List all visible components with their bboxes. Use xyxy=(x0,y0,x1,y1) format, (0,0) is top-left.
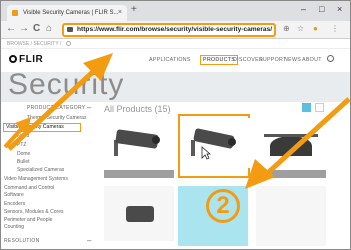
sidebar-item-sensors[interactable]: Sensors, Modules & Cores xyxy=(4,209,63,215)
sidebar-item-perimeter[interactable]: Perimeter and People xyxy=(4,217,52,223)
url-text: https://www.flir.com/browse/security/vis… xyxy=(77,26,273,33)
reload-icon[interactable]: C xyxy=(33,23,40,34)
close-tab-icon[interactable]: × xyxy=(118,5,122,21)
tab-title: Visible Security Cameras | FLIR S... xyxy=(23,10,119,16)
nav-applications[interactable]: APPLICATIONS xyxy=(149,57,191,63)
collapse-resolution-button[interactable]: – xyxy=(87,236,91,245)
annotation-arrow-2 xyxy=(245,97,350,189)
extension-icon[interactable]: ● xyxy=(313,24,318,33)
menu-icon[interactable]: ⋮ xyxy=(331,24,339,33)
close-window-button[interactable]: × xyxy=(337,4,342,14)
favicon-icon xyxy=(12,10,18,16)
browser-tab[interactable]: Visible Security Cameras | FLIR S... × xyxy=(7,5,127,21)
minimize-button[interactable]: – xyxy=(301,4,306,14)
browser-toolbar: ← → C ⌂ https://www.flir.com/browse/secu… xyxy=(1,21,350,39)
sidebar-item-dome[interactable]: Dome xyxy=(17,151,30,157)
address-bar[interactable]: https://www.flir.com/browse/security/vis… xyxy=(62,23,276,37)
back-icon[interactable]: ← xyxy=(6,23,16,34)
maximize-button[interactable]: □ xyxy=(319,4,324,14)
annotation-arrow-3 xyxy=(3,117,31,149)
bookmark-star-icon[interactable]: ☆ xyxy=(297,24,304,33)
sidebar-item-vms[interactable]: Video Management Systems xyxy=(4,176,68,182)
sidebar-item-command[interactable]: Command and Control xyxy=(4,185,54,191)
product-title-bar xyxy=(104,170,174,178)
product-card[interactable] xyxy=(256,186,326,249)
resolution-heading: RESOLUTION xyxy=(4,238,40,244)
sidebar-item-specialized[interactable]: Specialized Cameras xyxy=(17,167,64,173)
sidebar-item-counting[interactable]: Counting xyxy=(4,224,24,230)
nav-support[interactable]: SUPPORT xyxy=(259,57,287,63)
zoom-icon[interactable]: ⊕ xyxy=(283,24,290,33)
product-card[interactable] xyxy=(104,186,174,249)
browser-window: Visible Security Cameras | FLIR S... × +… xyxy=(0,0,351,250)
search-icon[interactable] xyxy=(327,55,334,62)
lock-icon xyxy=(67,27,73,32)
home-icon[interactable]: ⌂ xyxy=(46,23,52,34)
tab-strip: Visible Security Cameras | FLIR S... × +… xyxy=(1,1,350,21)
sidebar-item-software[interactable]: Software xyxy=(4,192,24,198)
mouse-cursor-icon xyxy=(201,146,212,165)
sidebar-item-encoders[interactable]: Encoders xyxy=(4,201,25,207)
nav-about[interactable]: ABOUT xyxy=(302,57,322,63)
new-tab-button[interactable]: + xyxy=(131,4,137,15)
forward-icon[interactable]: → xyxy=(19,23,29,34)
sidebar-item-bullet[interactable]: Bullet xyxy=(17,159,30,165)
nav-news[interactable]: NEWS xyxy=(284,57,301,63)
step-number-badge: 2 xyxy=(206,189,240,223)
